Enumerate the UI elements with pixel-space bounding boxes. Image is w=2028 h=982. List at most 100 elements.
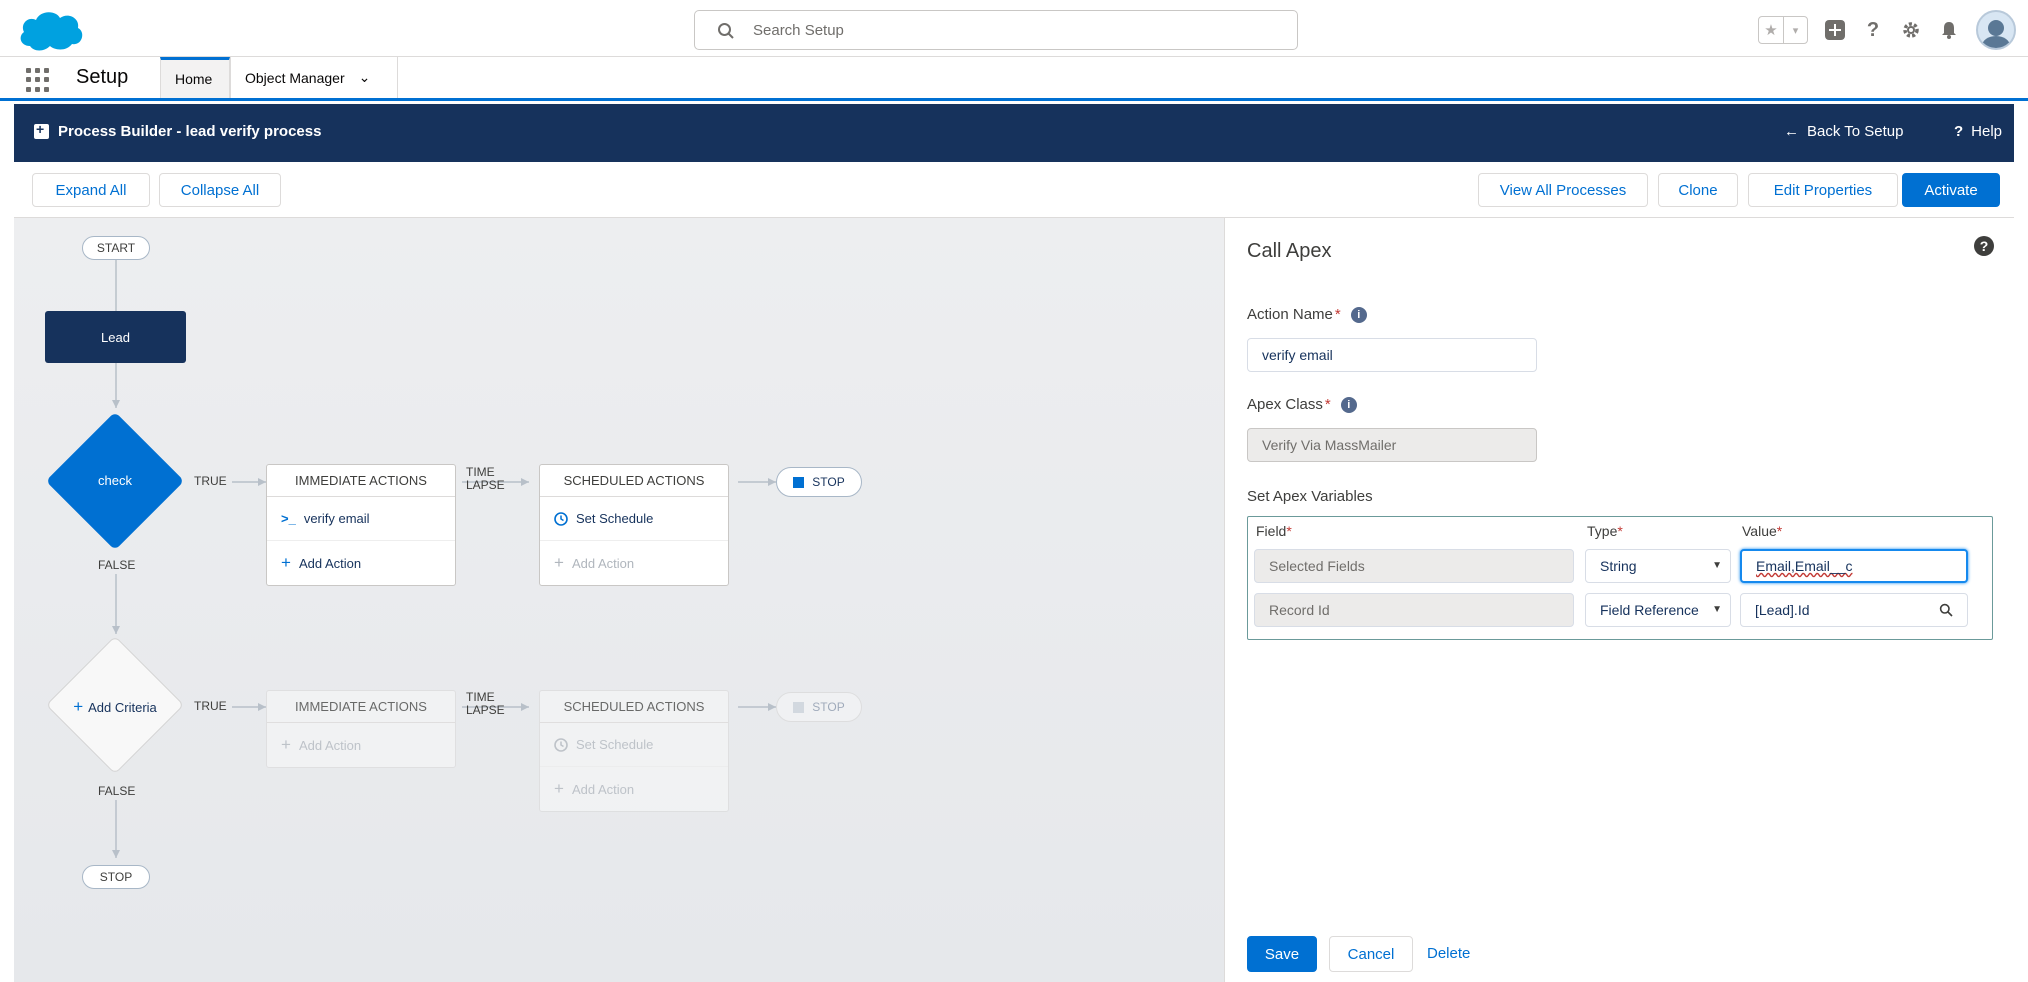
value-text: [Lead].Id: [1755, 602, 1810, 618]
global-actions-add-icon[interactable]: [1824, 19, 1846, 41]
delete-link[interactable]: Delete: [1427, 945, 1470, 962]
scheduled-actions-header: SCHEDULED ACTIONS: [540, 691, 728, 723]
clone-button[interactable]: Clone: [1658, 173, 1738, 207]
true-label: TRUE: [194, 699, 227, 713]
scheduled-actions-box-placeholder: SCHEDULED ACTIONS Set Schedule + Add Act…: [539, 690, 729, 812]
start-node: START: [82, 236, 150, 260]
info-icon[interactable]: i: [1350, 306, 1367, 323]
plus-icon: +: [281, 553, 291, 572]
add-action-disabled: + Add Action: [540, 767, 728, 811]
scheduled-actions-box: SCHEDULED ACTIONS Set Schedule + Add Act…: [539, 464, 729, 586]
app-launcher-icon[interactable]: [26, 68, 50, 92]
panel-title: Call Apex: [1247, 240, 1332, 262]
help-question-icon: ?: [1954, 123, 1964, 140]
apex-class-label-text: Apex Class: [1247, 396, 1323, 413]
add-action-label: Add Action: [298, 737, 362, 753]
plus-icon: +: [554, 553, 564, 572]
add-action-label: Add Action: [298, 555, 362, 571]
action-name-input[interactable]: [1247, 338, 1537, 372]
column-header-value: Value*: [1742, 523, 1783, 539]
help-icon[interactable]: ?: [1862, 19, 1884, 41]
expand-all-button[interactable]: Expand All: [32, 173, 150, 207]
salesforce-logo[interactable]: [16, 6, 86, 54]
value-input-selected-fields[interactable]: Email,Email__c: [1740, 549, 1968, 583]
type-value: String: [1600, 558, 1637, 574]
false-label: FALSE: [98, 784, 136, 798]
action-name-label: Action Name * i: [1247, 306, 1367, 323]
value-text: Email,Email__c: [1756, 558, 1853, 574]
object-node-lead[interactable]: Lead: [45, 311, 186, 363]
process-toolbar: Expand All Collapse All View All Process…: [14, 162, 2014, 218]
stop-square-icon: [793, 701, 805, 713]
header-utility-icons: ★ ▾ ?: [1758, 10, 2016, 50]
add-action-button[interactable]: + Add Action: [267, 541, 455, 585]
action-item-verify-email[interactable]: >_ verify email: [267, 497, 455, 541]
help-link[interactable]: ? Help: [1954, 123, 2002, 140]
field-value: Selected Fields: [1269, 558, 1365, 574]
criteria-check-label[interactable]: check: [66, 460, 164, 500]
immediate-actions-header: IMMEDIATE ACTIONS: [267, 465, 455, 497]
caret-down-icon: ▼: [1712, 560, 1722, 571]
add-criteria-button[interactable]: + Add Criteria: [66, 687, 164, 727]
app-name: Setup: [76, 66, 129, 88]
apex-variables-label: Set Apex Variables: [1247, 488, 1373, 505]
back-to-setup-link[interactable]: ← Back To Setup: [1784, 123, 1903, 140]
view-all-processes-button[interactable]: View All Processes: [1478, 173, 1648, 207]
apex-class-label: Apex Class * i: [1247, 396, 1357, 413]
search-setup-box[interactable]: [694, 10, 1298, 50]
search-icon: [718, 23, 734, 39]
tab-object-manager-label: Object Manager: [245, 69, 345, 86]
apex-variables-table: Field* Type* Value* Selected Fields Stri…: [1247, 516, 1993, 640]
panel-help-icon[interactable]: ?: [1974, 236, 1994, 256]
user-avatar[interactable]: [1976, 10, 2016, 50]
field-select-selected-fields[interactable]: Selected Fields: [1254, 549, 1574, 583]
field-value: Record Id: [1269, 602, 1330, 618]
activate-button[interactable]: Activate: [1902, 173, 2000, 207]
global-header: ★ ▾ ?: [0, 0, 2028, 57]
favorites-star-icon[interactable]: ★: [1759, 17, 1783, 43]
set-schedule-button[interactable]: Set Schedule: [540, 497, 728, 541]
stop-label: STOP: [812, 700, 845, 714]
stop-label: STOP: [812, 475, 845, 489]
chevron-down-icon[interactable]: ⌄: [359, 69, 371, 86]
stop-node-placeholder: STOP: [776, 692, 862, 722]
setup-gear-icon[interactable]: [1900, 19, 1922, 41]
tab-object-manager[interactable]: Object Manager ⌄: [230, 57, 398, 98]
collapse-all-button[interactable]: Collapse All: [159, 173, 281, 207]
set-schedule-label: Set Schedule: [576, 737, 654, 752]
info-icon[interactable]: i: [1340, 396, 1357, 413]
search-icon[interactable]: [1939, 603, 1953, 617]
process-builder-header: Process Builder - lead verify process ← …: [14, 104, 2014, 162]
set-schedule-label: Set Schedule: [576, 511, 654, 526]
add-action-label: Add Action: [571, 781, 635, 797]
column-header-field: Field*: [1256, 523, 1292, 539]
favorites-group: ★ ▾: [1758, 16, 1808, 44]
field-select-record-id[interactable]: Record Id: [1254, 593, 1574, 627]
set-schedule-disabled: Set Schedule: [540, 723, 728, 767]
process-canvas: START Lead check TRUE FALSE TIME LAPSE I…: [14, 218, 1224, 982]
true-label: TRUE: [194, 474, 227, 488]
immediate-actions-header: IMMEDIATE ACTIONS: [267, 691, 455, 723]
type-select-field-reference[interactable]: Field Reference ▼: [1585, 593, 1731, 627]
search-input[interactable]: [753, 19, 1273, 41]
help-label: Help: [1971, 123, 2003, 140]
immediate-actions-box: IMMEDIATE ACTIONS >_ verify email + Add …: [266, 464, 456, 586]
save-button[interactable]: Save: [1247, 936, 1317, 972]
add-action-disabled: + Add Action: [267, 723, 455, 767]
favorites-list-icon[interactable]: ▾: [1783, 17, 1807, 43]
action-properties-panel: Call Apex ? Action Name* i Apex Class* i…: [1224, 218, 2014, 982]
value-input-record-id[interactable]: [Lead].Id: [1740, 593, 1968, 627]
edit-properties-button[interactable]: Edit Properties: [1748, 173, 1898, 207]
tab-home-label: Home: [175, 71, 213, 87]
stop-node: STOP: [776, 467, 862, 497]
plus-icon: +: [554, 779, 564, 798]
notifications-bell-icon[interactable]: [1938, 19, 1960, 41]
tab-home[interactable]: Home: [160, 57, 230, 98]
cancel-button[interactable]: Cancel: [1329, 936, 1413, 972]
panel-footer: Save Cancel Delete: [1225, 928, 2015, 982]
arrow-left-icon: ←: [1784, 123, 1799, 140]
time-lapse-label: TIME LAPSE: [466, 690, 505, 717]
type-select-string[interactable]: String ▼: [1585, 549, 1731, 583]
column-header-type: Type*: [1587, 523, 1623, 539]
plus-icon: +: [73, 697, 84, 716]
